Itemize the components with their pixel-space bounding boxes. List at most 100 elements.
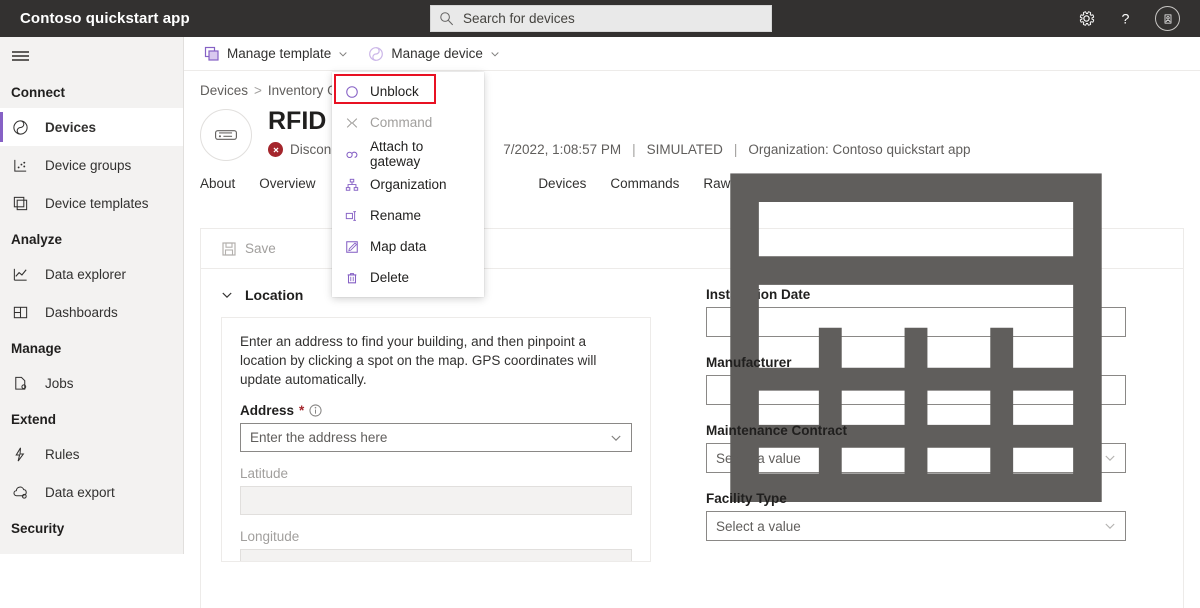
left-sidebar: Connect Devices Device groups Device tem…	[0, 37, 184, 554]
error-circle-icon	[268, 142, 283, 157]
sidebar-item-label: Data explorer	[45, 266, 127, 282]
sidebar-item-label: Device templates	[45, 195, 149, 211]
address-label: Address *	[240, 403, 632, 418]
sidebar-item-jobs[interactable]: Jobs	[0, 364, 183, 402]
device-templates-icon	[11, 194, 29, 212]
meta-separator: |	[632, 142, 636, 157]
sidebar-item-label: Data export	[45, 484, 115, 500]
menu-item-label: Unblock	[370, 84, 419, 99]
sidebar-item-device-templates[interactable]: Device templates	[0, 184, 183, 222]
command-icon	[344, 115, 360, 131]
manage-device-icon	[369, 46, 384, 61]
data-explorer-icon	[11, 265, 29, 283]
facility-type-placeholder: Select a value	[716, 518, 801, 534]
save-label: Save	[245, 241, 276, 256]
main-content-area: Manage template Manage device Devices > …	[184, 37, 1200, 608]
manage-device-dropdown-menu: Unblock Command Attach to gateway Organi…	[332, 72, 484, 297]
organization-hierarchy-icon	[344, 177, 360, 193]
menu-item-label: Command	[370, 115, 433, 130]
jobs-icon	[11, 374, 29, 392]
tab-devices[interactable]: Devices	[526, 176, 598, 198]
app-title: Contoso quickstart app	[20, 10, 190, 27]
manage-template-button[interactable]: Manage template	[196, 38, 356, 70]
address-label-text: Address	[240, 403, 295, 418]
menu-item-label: Organization	[370, 177, 447, 192]
device-last-seen: 7/2022, 1:08:57 PM	[503, 142, 622, 157]
svg-text:?: ?	[1122, 11, 1130, 27]
dashboards-icon	[11, 303, 29, 321]
sidebar-item-label: Jobs	[45, 375, 74, 391]
chevron-down-icon	[1105, 523, 1115, 529]
tab-about[interactable]: About	[200, 176, 247, 198]
menu-item-map-data[interactable]: Map data	[332, 231, 484, 262]
save-disk-icon	[222, 241, 236, 256]
breadcrumb-separator-icon: >	[254, 83, 262, 98]
map-data-edit-icon	[344, 239, 360, 255]
chevron-down-icon	[491, 51, 499, 56]
sidebar-item-device-groups[interactable]: Device groups	[0, 146, 183, 184]
breadcrumb-root[interactable]: Devices	[200, 83, 248, 98]
manage-template-label: Manage template	[227, 46, 332, 61]
tab-overview[interactable]: Overview	[247, 176, 327, 198]
properties-column: Installation Date Manufacturer Maintenan…	[671, 173, 1126, 562]
save-button[interactable]: Save	[221, 241, 276, 257]
search-icon	[440, 12, 454, 26]
latitude-input	[240, 486, 632, 515]
location-section-label: Location	[245, 287, 304, 303]
search-input[interactable]	[461, 10, 763, 27]
required-marker: *	[299, 403, 305, 418]
sidebar-group-analyze: Analyze	[11, 232, 63, 247]
command-bar: Manage template Manage device	[184, 37, 1200, 71]
chevron-down-icon	[339, 51, 347, 56]
panel-body: Location Enter an address to find your b…	[201, 173, 1183, 562]
manage-device-label: Manage device	[391, 46, 483, 61]
menu-item-unblock[interactable]: Unblock	[332, 76, 484, 107]
sidebar-item-dashboards[interactable]: Dashboards	[0, 293, 183, 331]
menu-item-label: Attach to gateway	[370, 138, 424, 169]
manage-device-button[interactable]: Manage device	[360, 38, 508, 70]
chevron-down-icon	[1105, 455, 1115, 461]
location-column: Location Enter an address to find your b…	[201, 287, 671, 562]
sidebar-group-security: Security	[11, 521, 65, 536]
device-simulated-badge: SIMULATED	[646, 142, 723, 157]
sidebar-item-label: Devices	[45, 119, 97, 135]
global-search-box[interactable]	[430, 5, 772, 32]
location-card: Enter an address to find your building, …	[221, 317, 651, 562]
chevron-down-icon	[611, 435, 621, 441]
menu-item-attach-to-gateway[interactable]: Attach to gateway	[332, 138, 484, 169]
sidebar-item-label: Device groups	[45, 157, 132, 173]
help-question-icon[interactable]: ?	[1116, 9, 1135, 28]
account-avatar-icon[interactable]	[1155, 6, 1180, 31]
location-description: Enter an address to find your building, …	[240, 334, 597, 387]
top-navigation-bar: Contoso quickstart app ?	[0, 0, 1200, 37]
sidebar-item-data-export[interactable]: Data export	[0, 473, 183, 511]
sidebar-item-data-explorer[interactable]: Data explorer	[0, 255, 183, 293]
menu-item-organization[interactable]: Organization	[332, 169, 484, 200]
data-export-icon	[11, 483, 29, 501]
trash-delete-icon	[344, 270, 360, 286]
sidebar-group-manage: Manage	[11, 341, 62, 356]
tab-commands[interactable]: Commands	[598, 176, 691, 198]
hamburger-menu-icon[interactable]	[0, 37, 183, 75]
menu-item-command: Command	[332, 107, 484, 138]
installation-date-input[interactable]	[706, 173, 1126, 502]
sidebar-item-rules[interactable]: Rules	[0, 435, 183, 473]
sidebar-item-devices[interactable]: Devices	[0, 108, 183, 146]
longitude-input	[240, 549, 632, 561]
installation-date-field: Installation Date	[706, 173, 1126, 502]
info-circle-icon[interactable]	[309, 404, 322, 417]
address-placeholder: Enter the address here	[250, 430, 388, 445]
devices-icon	[11, 118, 29, 136]
address-input[interactable]: Enter the address here	[240, 423, 632, 452]
rules-icon	[11, 445, 29, 463]
maintenance-contract-placeholder: Select a value	[716, 450, 801, 466]
menu-item-rename[interactable]: Rename	[332, 200, 484, 231]
sidebar-item-label: Rules	[45, 446, 80, 462]
gear-icon[interactable]	[1077, 9, 1096, 28]
manage-template-icon	[204, 46, 219, 61]
unblock-circle-icon	[344, 84, 360, 100]
menu-item-label: Delete	[370, 270, 410, 285]
device-gateway-icon	[200, 109, 252, 161]
menu-item-delete[interactable]: Delete	[332, 262, 484, 293]
sidebar-group-extend: Extend	[11, 412, 57, 427]
